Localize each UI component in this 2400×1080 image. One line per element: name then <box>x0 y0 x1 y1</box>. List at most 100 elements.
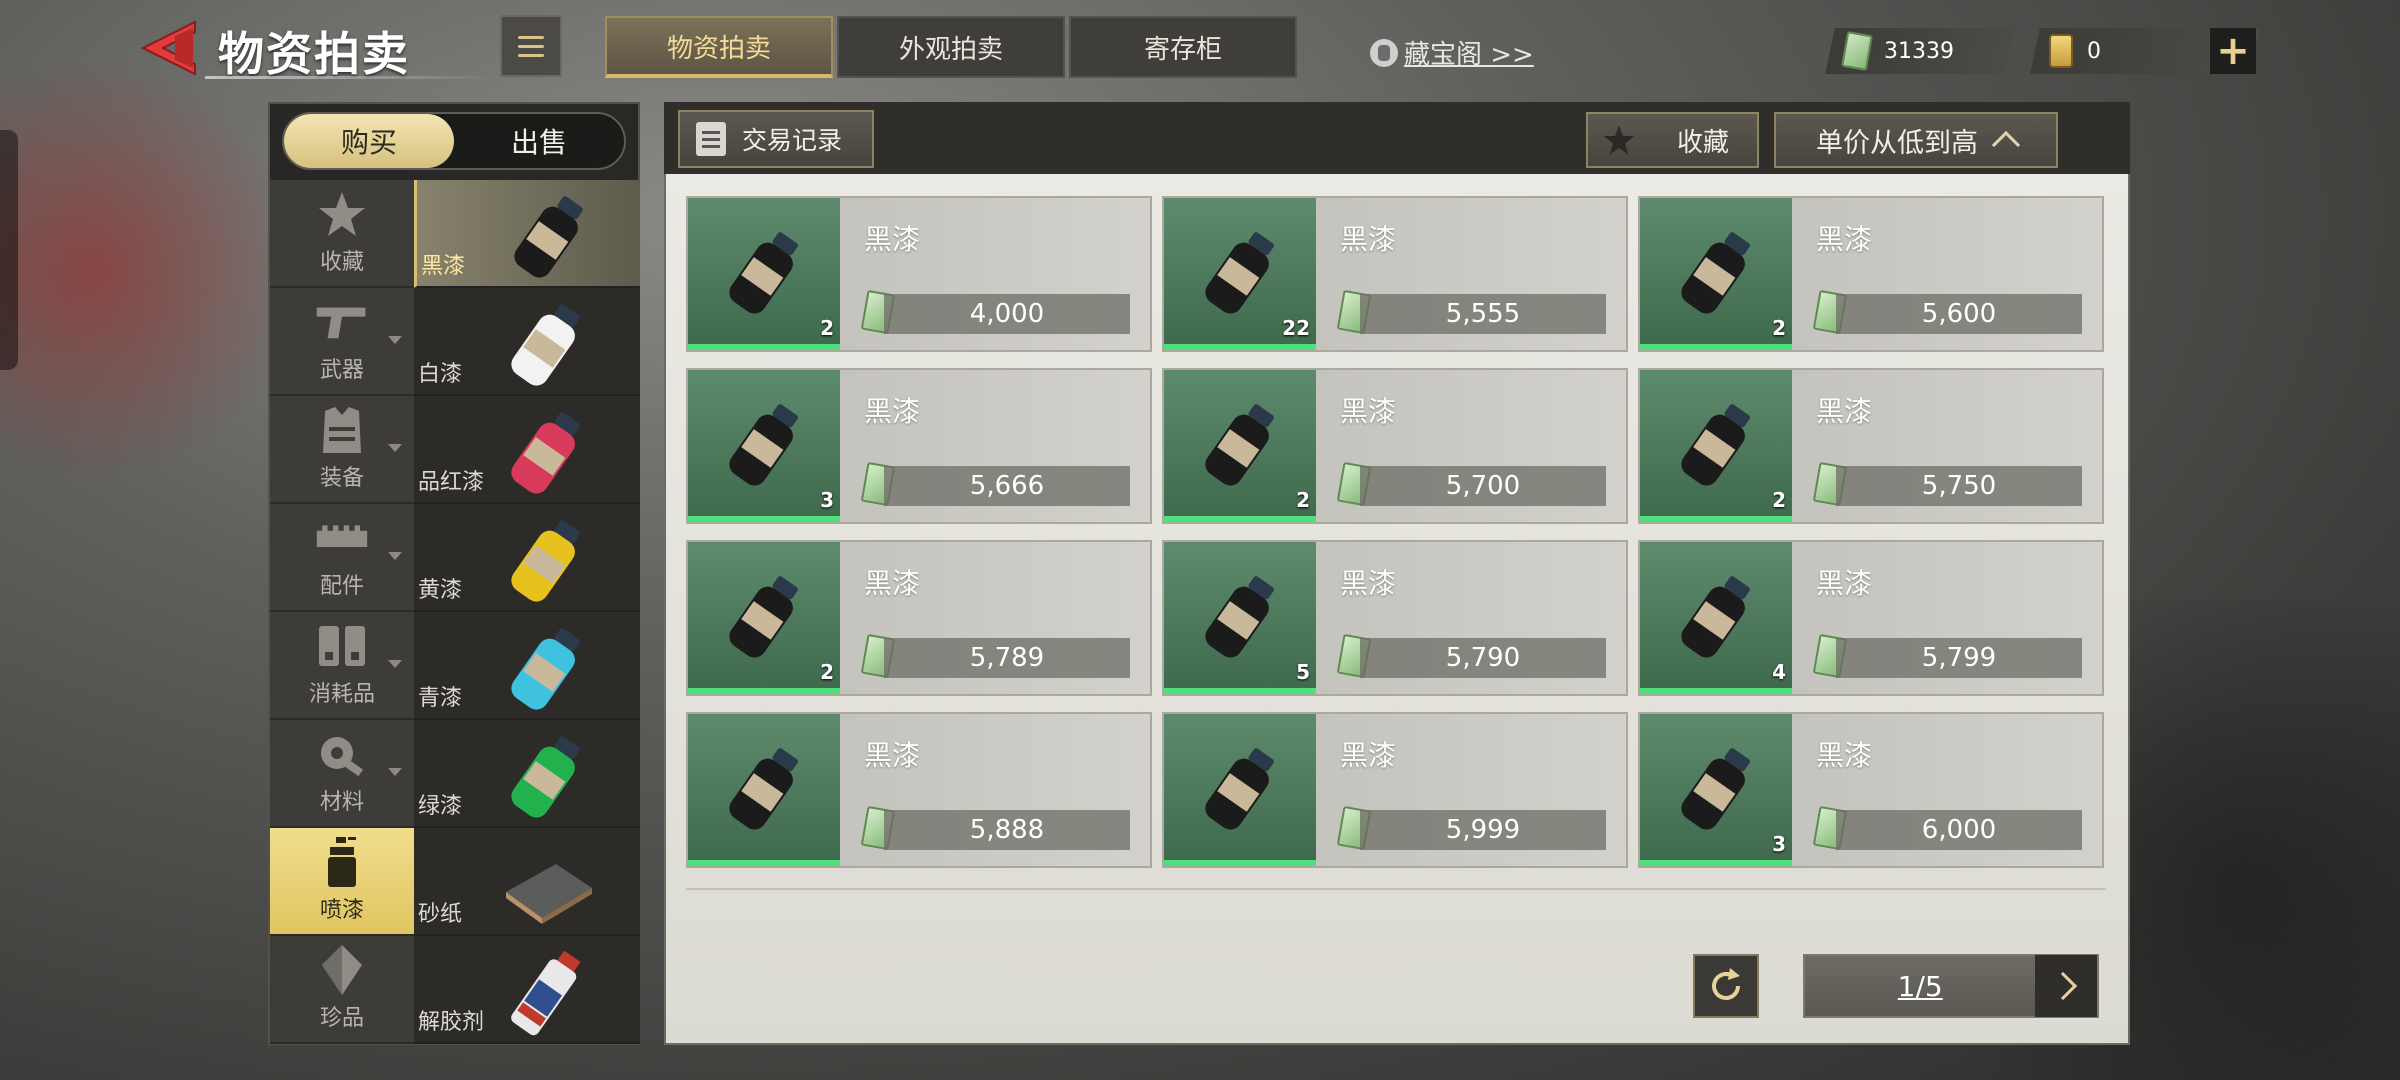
item-name: 黑漆 <box>1340 223 1397 256</box>
tab-appearance-auction[interactable]: 外观拍卖 <box>837 16 1065 78</box>
item-quantity: 5 <box>1296 660 1310 684</box>
listing-card[interactable]: 2 黑漆 5,750 <box>1638 368 2104 524</box>
tab-material-auction[interactable]: 物资拍卖 <box>605 16 833 78</box>
category-label: 喷漆 <box>319 898 364 923</box>
white-paint-bottle-icon <box>511 304 580 386</box>
page-title: 物资拍卖 <box>218 27 410 81</box>
chevron-down-icon <box>388 336 402 344</box>
listing-card[interactable]: 黑漆 5,888 <box>686 712 1152 868</box>
subitem-green-paint[interactable]: 绿漆 <box>414 720 640 828</box>
item-quantity: 3 <box>820 488 834 512</box>
item-name: 黑漆 <box>864 567 921 600</box>
item-name: 黑漆 <box>864 223 921 256</box>
item-thumbnail <box>1164 714 1316 866</box>
black-paint-bottle-icon <box>729 404 798 486</box>
category-attachments[interactable]: 配件 <box>270 504 414 612</box>
menu-icon-line <box>518 53 544 57</box>
item-quantity: 4 <box>1772 660 1786 684</box>
menu-icon-line <box>518 44 544 48</box>
menu-button[interactable] <box>500 15 562 77</box>
listing-card[interactable]: 2 黑漆 5,600 <box>1638 196 2104 352</box>
subitem-black-paint[interactable]: 黑漆 <box>414 180 640 288</box>
chevron-down-icon <box>388 552 402 560</box>
category-panel: 购买 出售 收藏 武器 装备 配件 消耗品 材料 喷漆 珍品 黑漆 白漆 品红漆… <box>268 102 640 1045</box>
category-consumables[interactable]: 消耗品 <box>270 612 414 720</box>
refresh-button[interactable] <box>1693 954 1759 1018</box>
black-paint-bottle-icon <box>729 232 798 314</box>
sandpaper-icon <box>506 864 592 924</box>
listing-card[interactable]: 5 黑漆 5,790 <box>1162 540 1628 696</box>
black-paint-bottle-icon <box>1205 748 1274 830</box>
item-name: 黑漆 <box>1816 395 1873 428</box>
black-paint-bottle-icon <box>1681 748 1750 830</box>
black-paint-bottle-icon <box>729 576 798 658</box>
subitem-yellow-paint[interactable]: 黄漆 <box>414 504 640 612</box>
item-quantity: 3 <box>1772 832 1786 856</box>
subitem-adhesive-remover[interactable]: 解胶剂 <box>414 936 640 1044</box>
black-paint-bottle-icon <box>1205 404 1274 486</box>
star-icon <box>1603 125 1635 155</box>
listing-card[interactable]: 3 黑漆 5,666 <box>686 368 1152 524</box>
item-quantity: 2 <box>820 660 834 684</box>
auction-tabs: 物资拍卖 外观拍卖 寄存柜 <box>605 16 1297 78</box>
listing-card[interactable]: 黑漆 5,999 <box>1162 712 1628 868</box>
buy-button[interactable]: 购买 <box>284 114 454 168</box>
page-indicator[interactable]: 1/5 <box>1805 970 2035 1003</box>
back-button[interactable] <box>135 18 205 78</box>
chevron-down-icon <box>388 660 402 668</box>
background-red-glow <box>0 60 300 480</box>
category-label: 珍品 <box>319 1006 364 1031</box>
item-quantity: 22 <box>1282 316 1310 340</box>
subitem-white-paint[interactable]: 白漆 <box>414 288 640 396</box>
category-weapons[interactable]: 武器 <box>270 288 414 396</box>
item-thumbnail: 2 <box>1640 370 1792 522</box>
item-price: 5,790 <box>1360 638 1606 678</box>
sort-order-button[interactable]: 单价从低到高 <box>1774 112 2058 168</box>
item-price: 5,600 <box>1836 294 2082 334</box>
category-favorites[interactable]: 收藏 <box>270 180 414 288</box>
subitem-magenta-paint[interactable]: 品红漆 <box>414 396 640 504</box>
item-quantity: 2 <box>1772 316 1786 340</box>
listing-card[interactable]: 2 黑漆 4,000 <box>686 196 1152 352</box>
item-thumbnail <box>688 714 840 866</box>
tab-storage-locker[interactable]: 寄存柜 <box>1069 16 1297 78</box>
item-thumbnail: 5 <box>1164 542 1316 694</box>
subitem-cyan-paint[interactable]: 青漆 <box>414 612 640 720</box>
category-treasures[interactable]: 珍品 <box>270 936 414 1044</box>
listing-card[interactable]: 3 黑漆 6,000 <box>1638 712 2104 868</box>
ticket-icon <box>2049 34 2073 68</box>
item-thumbnail: 2 <box>1640 198 1792 350</box>
next-page-button[interactable] <box>2035 955 2097 1017</box>
category-equipment[interactable]: 装备 <box>270 396 414 504</box>
treasure-pavilion-link[interactable]: 藏宝阁 >> <box>1370 34 1534 71</box>
back-arrow-icon <box>140 20 196 76</box>
item-thumbnail: 22 <box>1164 198 1316 350</box>
listing-card[interactable]: 4 黑漆 5,799 <box>1638 540 2104 696</box>
listing-card[interactable]: 22 黑漆 5,555 <box>1162 196 1628 352</box>
sell-button[interactable]: 出售 <box>454 114 624 168</box>
side-drawer-handle[interactable] <box>0 130 18 370</box>
item-price: 5,700 <box>1360 466 1606 506</box>
vest-icon <box>315 406 369 454</box>
category-label: 材料 <box>319 790 364 815</box>
category-spray-paint[interactable]: 喷漆 <box>270 828 414 936</box>
pistol-icon <box>315 298 369 346</box>
item-thumbnail: 2 <box>688 198 840 350</box>
subitem-sandpaper[interactable]: 砂纸 <box>414 828 640 936</box>
subitem-label: 白漆 <box>418 362 463 387</box>
buy-sell-toggle: 购买 出售 <box>282 112 626 170</box>
listing-card[interactable]: 2 黑漆 5,789 <box>686 540 1152 696</box>
category-label: 消耗品 <box>308 682 375 707</box>
treasure-link-label: 藏宝阁 >> <box>1404 40 1534 70</box>
trade-records-button[interactable]: 交易记录 <box>678 110 874 168</box>
listing-card[interactable]: 2 黑漆 5,700 <box>1162 368 1628 524</box>
add-currency-button[interactable]: + <box>2210 28 2256 74</box>
chevron-up-icon <box>1991 130 2021 160</box>
item-price: 5,666 <box>884 466 1130 506</box>
item-name: 黑漆 <box>1340 395 1397 428</box>
item-quantity: 2 <box>1296 488 1310 512</box>
yellow-paint-bottle-icon <box>511 520 580 602</box>
favorites-filter-button[interactable]: 收藏 <box>1586 112 1759 168</box>
cyan-paint-bottle-icon <box>511 628 580 710</box>
category-materials[interactable]: 材料 <box>270 720 414 828</box>
